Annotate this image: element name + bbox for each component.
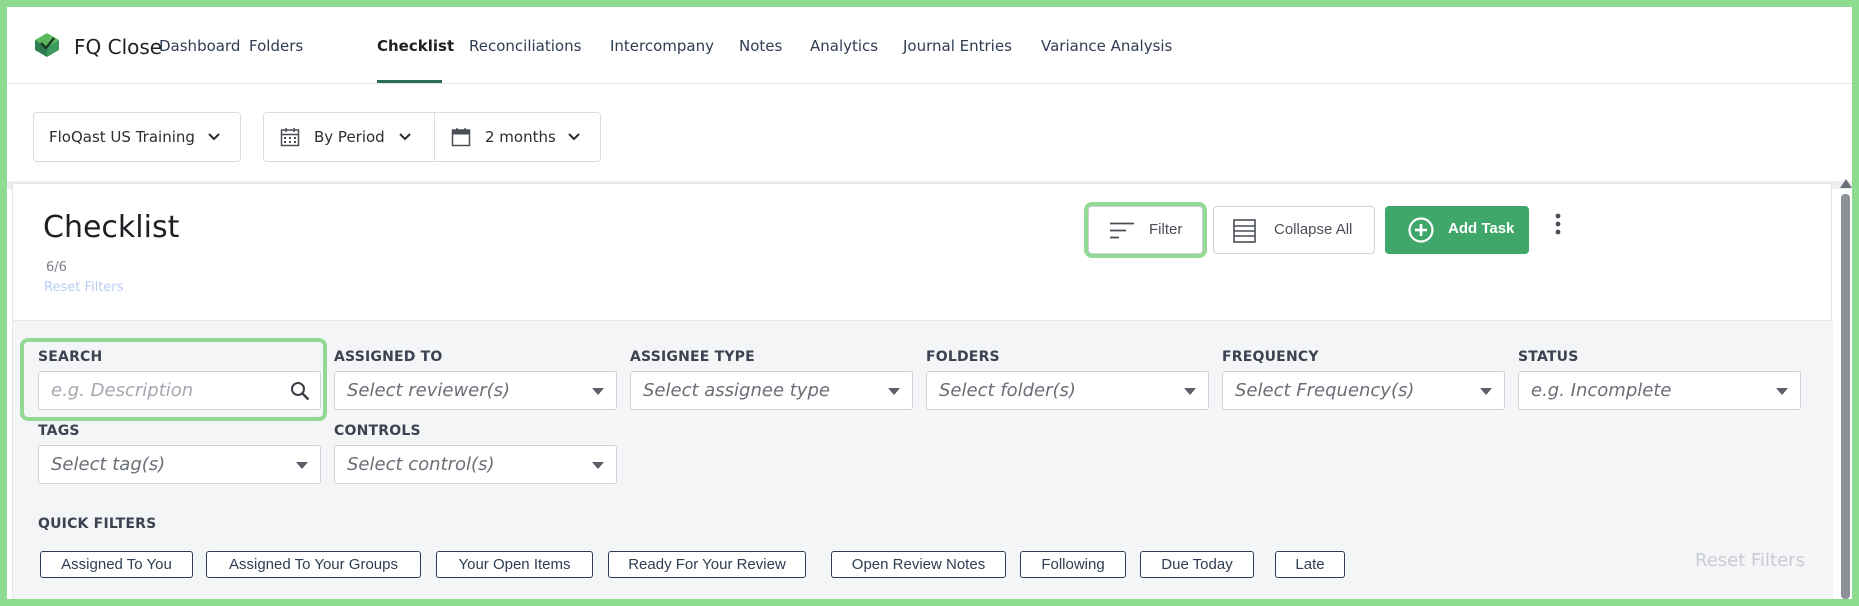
quick-filter-open-review-notes[interactable]: Open Review Notes xyxy=(831,551,1006,578)
plus-circle-icon xyxy=(1408,217,1434,243)
status-label: STATUS xyxy=(1518,349,1579,365)
add-task-button[interactable]: Add Task xyxy=(1385,206,1529,254)
assigned-to-label: ASSIGNED TO xyxy=(334,349,443,365)
quick-filter-due-today[interactable]: Due Today xyxy=(1140,551,1254,578)
caret-down-icon xyxy=(592,462,604,469)
filter-button[interactable]: Filter xyxy=(1088,206,1203,254)
list-icon xyxy=(1233,219,1256,243)
range-dropdown[interactable]: 2 months xyxy=(435,113,601,161)
caret-down-icon xyxy=(296,462,308,469)
controls-label: CONTROLS xyxy=(334,423,421,439)
period-selector: By Period 2 months xyxy=(263,112,601,162)
chevron-down-icon xyxy=(399,133,411,141)
floqast-logo-icon[interactable] xyxy=(33,31,61,59)
calendar-icon xyxy=(280,128,300,147)
assignee-type-select[interactable]: Select assignee type xyxy=(630,371,913,410)
chevron-down-icon xyxy=(568,133,580,141)
more-options-icon[interactable] xyxy=(1548,211,1568,239)
nav-dashboard[interactable]: Dashboard xyxy=(159,37,240,55)
assignee-type-placeholder: Select assignee type xyxy=(643,380,830,401)
quick-filter-your-open-items[interactable]: Your Open Items xyxy=(436,551,593,578)
search-placeholder: e.g. Description xyxy=(51,380,194,401)
caret-down-icon xyxy=(1776,388,1788,395)
app-title[interactable]: FQ Close xyxy=(74,35,162,59)
entity-dropdown-label: FloQast US Training xyxy=(49,128,195,146)
nav-variance-analysis[interactable]: Variance Analysis xyxy=(1041,37,1172,55)
frequency-label: FREQUENCY xyxy=(1222,349,1319,365)
entity-dropdown[interactable]: FloQast US Training xyxy=(33,112,241,162)
period-toolbar: FloQast US Training By Period 2 months xyxy=(7,85,1852,181)
nav-reconciliations[interactable]: Reconciliations xyxy=(469,37,581,55)
filter-button-label: Filter xyxy=(1149,221,1183,238)
caret-down-icon xyxy=(888,388,900,395)
range-label: 2 months xyxy=(485,128,556,146)
view-mode-dropdown[interactable]: By Period xyxy=(264,113,434,161)
reset-filters-link[interactable]: Reset Filters xyxy=(44,280,123,295)
controls-select[interactable]: Select control(s) xyxy=(334,445,617,484)
nav-analytics[interactable]: Analytics xyxy=(810,37,878,55)
controls-placeholder: Select control(s) xyxy=(347,454,495,475)
quick-filter-assigned-to-you[interactable]: Assigned To You xyxy=(40,551,193,578)
collapse-all-button[interactable]: Collapse All xyxy=(1213,206,1375,254)
scroll-up-arrow-icon[interactable] xyxy=(1840,179,1852,188)
nav-journal-entries[interactable]: Journal Entries xyxy=(903,37,1012,55)
tags-select[interactable]: Select tag(s) xyxy=(38,445,321,484)
filter-icon xyxy=(1110,222,1134,239)
checklist-card: Checklist 6/6 Reset Filters Filter Colla… xyxy=(12,183,1833,599)
quick-filter-late[interactable]: Late xyxy=(1275,551,1345,578)
status-select[interactable]: e.g. Incomplete xyxy=(1518,371,1801,410)
calendar-icon xyxy=(451,128,471,147)
frequency-select[interactable]: Select Frequency(s) xyxy=(1222,371,1505,410)
add-task-label: Add Task xyxy=(1448,220,1515,237)
app-window: FQ Close Dashboard Folders Checklist Rec… xyxy=(7,7,1852,599)
caret-down-icon xyxy=(1184,388,1196,395)
chevron-down-icon xyxy=(208,133,220,141)
task-count: 6/6 xyxy=(46,260,67,275)
view-mode-label: By Period xyxy=(314,128,385,146)
nav-notes[interactable]: Notes xyxy=(739,37,782,55)
nav-folders[interactable]: Folders xyxy=(249,37,303,55)
tags-placeholder: Select tag(s) xyxy=(51,454,166,475)
vertical-scrollbar[interactable] xyxy=(1839,179,1852,599)
search-icon[interactable] xyxy=(290,381,310,401)
tags-label: TAGS xyxy=(38,423,80,439)
page-title: Checklist xyxy=(43,210,180,245)
quick-filter-ready-for-your-review[interactable]: Ready For Your Review xyxy=(608,551,806,578)
quick-filters-label: QUICK FILTERS xyxy=(38,516,157,532)
reset-filters-bottom-link[interactable]: Reset Filters xyxy=(1695,550,1805,571)
folders-placeholder: Select folder(s) xyxy=(939,380,1076,401)
caret-down-icon xyxy=(592,388,604,395)
quick-filter-following[interactable]: Following xyxy=(1020,551,1126,578)
scrollbar-thumb[interactable] xyxy=(1841,194,1850,599)
nav-intercompany[interactable]: Intercompany xyxy=(610,37,714,55)
status-placeholder: e.g. Incomplete xyxy=(1531,380,1672,401)
caret-down-icon xyxy=(1480,388,1492,395)
folders-select[interactable]: Select folder(s) xyxy=(926,371,1209,410)
search-input[interactable]: e.g. Description xyxy=(38,371,321,410)
top-navigation: FQ Close Dashboard Folders Checklist Rec… xyxy=(7,7,1852,84)
assigned-to-select[interactable]: Select reviewer(s) xyxy=(334,371,617,410)
assignee-type-label: ASSIGNEE TYPE xyxy=(630,349,755,365)
frequency-placeholder: Select Frequency(s) xyxy=(1235,380,1415,401)
search-label: SEARCH xyxy=(38,349,103,365)
assigned-to-placeholder: Select reviewer(s) xyxy=(347,380,511,401)
active-tab-indicator xyxy=(377,80,442,83)
nav-checklist[interactable]: Checklist xyxy=(377,37,454,55)
quick-filter-assigned-to-your-groups[interactable]: Assigned To Your Groups xyxy=(206,551,421,578)
collapse-all-label: Collapse All xyxy=(1274,221,1353,238)
folders-label: FOLDERS xyxy=(926,349,1000,365)
